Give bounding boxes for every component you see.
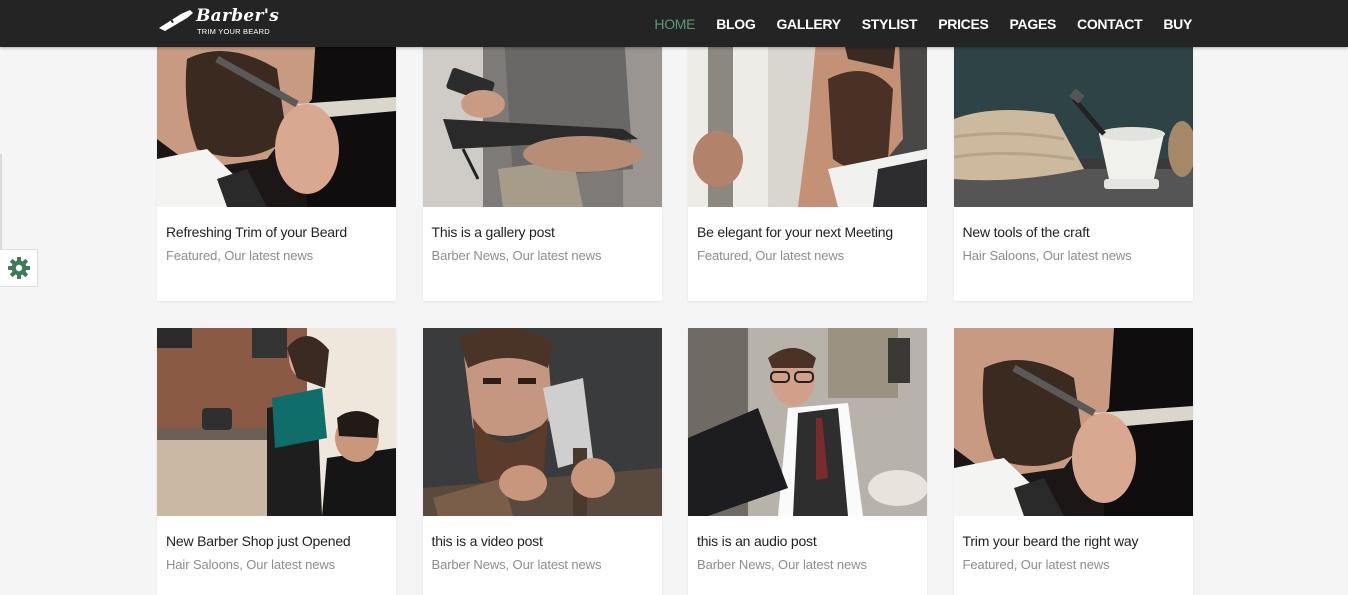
post-categories[interactable]: Featured, Our latest news <box>963 557 1184 572</box>
post-thumbnail-phone-notebook[interactable] <box>422 19 662 207</box>
logo-tagline: TRIM YOUR BEARD <box>197 27 270 36</box>
post-categories[interactable]: Hair Saloons, Our latest news <box>166 557 387 572</box>
side-divider <box>0 154 2 249</box>
post-card[interactable]: this is an audio post Barber News, Our l… <box>688 328 927 595</box>
post-categories[interactable]: Featured, Our latest news <box>166 248 387 263</box>
post-title[interactable]: New Barber Shop just Opened <box>166 533 387 549</box>
razor-icon <box>159 10 193 31</box>
post-card[interactable]: Trim your beard the right way Featured, … <box>953 328 1193 595</box>
nav-gallery[interactable]: GALLERY <box>776 16 841 32</box>
post-categories[interactable]: Barber News, Our latest news <box>432 557 653 572</box>
main-nav: HOME BLOG GALLERY STYLIST PRICES PAGES C… <box>654 0 1192 47</box>
nav-blog[interactable]: BLOG <box>716 16 756 32</box>
nav-stylist[interactable]: STYLIST <box>862 16 918 32</box>
settings-toggle-button[interactable] <box>0 249 38 287</box>
post-title[interactable]: Refreshing Trim of your Beard <box>166 224 387 240</box>
post-categories[interactable]: Barber News, Our latest news <box>432 248 653 263</box>
post-categories[interactable]: Featured, Our latest news <box>697 248 918 263</box>
post-card[interactable]: this is a video post Barber News, Our la… <box>422 328 662 595</box>
nav-home[interactable]: HOME <box>654 16 695 32</box>
nav-contact[interactable]: CONTACT <box>1077 16 1143 32</box>
post-thumbnail-razor-shave[interactable] <box>157 19 396 207</box>
post-categories[interactable]: Barber News, Our latest news <box>697 557 918 572</box>
post-thumbnail-laptop[interactable] <box>688 328 927 516</box>
post-card[interactable]: This is a gallery post Barber News, Our … <box>422 19 662 301</box>
post-title[interactable]: this is an audio post <box>697 533 918 549</box>
post-thumbnail-razor-shave-2[interactable] <box>953 328 1193 516</box>
site-header: Barber's TRIM YOUR BEARD HOME BLOG GALLE… <box>0 0 1348 47</box>
logo-title: Barber's <box>196 6 280 26</box>
post-title[interactable]: This is a gallery post <box>432 224 653 240</box>
nav-prices[interactable]: PRICES <box>938 16 989 32</box>
post-card[interactable]: New Barber Shop just Opened Hair Saloons… <box>157 328 396 595</box>
post-thumbnail-shaving-kit[interactable] <box>953 19 1193 207</box>
post-card[interactable]: Be elegant for your next Meeting Feature… <box>688 19 927 301</box>
post-thumbnail-window-profile[interactable] <box>688 19 927 207</box>
post-title[interactable]: New tools of the craft <box>963 224 1184 240</box>
post-title[interactable]: Trim your beard the right way <box>963 533 1184 549</box>
post-thumbnail-barber-shop[interactable] <box>157 328 396 516</box>
post-card[interactable]: Refreshing Trim of your Beard Featured, … <box>157 19 396 301</box>
post-title[interactable]: Be elegant for your next Meeting <box>697 224 918 240</box>
site-logo[interactable]: Barber's TRIM YOUR BEARD <box>157 6 280 40</box>
nav-buy[interactable]: BUY <box>1163 16 1192 32</box>
post-thumbnail-axe[interactable] <box>422 328 662 516</box>
post-title[interactable]: this is a video post <box>432 533 653 549</box>
posts-grid: Refreshing Trim of your Beard Featured, … <box>157 19 1193 595</box>
post-categories[interactable]: Hair Saloons, Our latest news <box>963 248 1184 263</box>
gear-icon <box>7 257 30 279</box>
post-card[interactable]: New tools of the craft Hair Saloons, Our… <box>953 19 1193 301</box>
nav-pages[interactable]: PAGES <box>1010 16 1057 32</box>
